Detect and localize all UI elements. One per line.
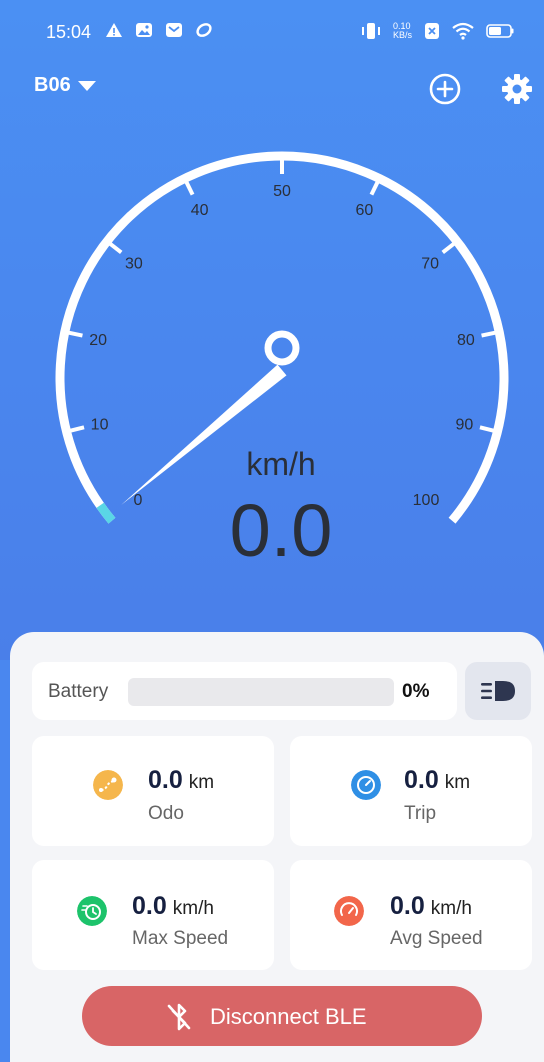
avg-speed-value: 0.0 xyxy=(390,892,425,920)
gauge-tick-label: 30 xyxy=(125,255,143,272)
status-time: 15:04 xyxy=(46,22,92,42)
settings-button[interactable] xyxy=(500,72,534,106)
speed-value: 0.0 xyxy=(230,489,333,572)
odo-label: Odo xyxy=(148,803,184,824)
trip-value: 0.0 xyxy=(404,766,439,794)
max-speed-card: 0.0 km/h Max Speed xyxy=(32,860,274,970)
gauge-needle-pointer xyxy=(121,364,287,505)
gauge-hub xyxy=(264,330,300,366)
timer-icon xyxy=(77,896,107,926)
battery-percent: 0% xyxy=(402,681,430,702)
sync-icon xyxy=(196,23,212,37)
disconnect-ble-button[interactable]: Disconnect BLE xyxy=(82,986,482,1046)
gauge-tick-label: 60 xyxy=(356,202,374,219)
gauge-tick xyxy=(69,425,85,433)
odo-value-row: 0.0 km xyxy=(148,766,214,795)
add-device-button[interactable] xyxy=(428,72,462,106)
odo-unit: km xyxy=(188,772,215,793)
gauge-ticks xyxy=(68,160,496,433)
speedometer-gauge: 0 10 20 30 40 50 60 70 80 90 100 km/h 0.0 xyxy=(55,151,509,572)
avg-speed-unit: km/h xyxy=(430,898,472,919)
gauge-tick xyxy=(108,242,123,254)
battery-progress-bar xyxy=(128,678,394,706)
disconnect-ble-label: Disconnect BLE xyxy=(210,1004,367,1029)
gauge-tick-label: 80 xyxy=(457,332,475,349)
bluetooth-off-icon xyxy=(167,1003,191,1031)
net-speed: 0.10 KB/s xyxy=(393,22,412,40)
max-speed-unit: km/h xyxy=(172,898,214,919)
avg-speed-card: 0.0 km/h Avg Speed xyxy=(290,860,532,970)
wifi-icon xyxy=(452,22,474,40)
gauge-tick xyxy=(68,330,83,338)
odo-card: 0.0 km Odo xyxy=(32,736,274,846)
battery-icon xyxy=(486,24,514,38)
gauge-tick-label: 0 xyxy=(134,492,143,509)
gauge-icon xyxy=(351,770,381,800)
gauge-progress-arc xyxy=(96,502,116,524)
gauge-tick-label: 90 xyxy=(456,416,474,433)
speed-unit: km/h xyxy=(246,446,315,482)
gauge-tick xyxy=(481,330,496,338)
device-selector[interactable]: B06 xyxy=(34,74,97,97)
device-name: B06 xyxy=(34,74,71,96)
net-speed-unit: KB/s xyxy=(392,30,412,40)
avg-speed-label: Avg Speed xyxy=(390,928,483,949)
battery-label: Battery xyxy=(48,681,109,702)
trip-value-row: 0.0 km xyxy=(404,766,470,795)
battery-card: Battery 0% xyxy=(32,662,457,720)
headlight-icon xyxy=(481,681,515,701)
speedometer-icon xyxy=(334,896,364,926)
alert-icon xyxy=(106,23,122,37)
gauge-tick xyxy=(479,425,495,433)
odo-value: 0.0 xyxy=(148,766,183,794)
gauge-tick xyxy=(369,181,380,196)
gauge-tick xyxy=(441,242,456,254)
status-bar: 15:04 0.10 KB/s xyxy=(0,14,544,50)
status-left-icons xyxy=(104,20,214,40)
gauge-tick xyxy=(184,181,195,196)
route-icon xyxy=(93,770,123,800)
max-speed-label: Max Speed xyxy=(132,928,229,949)
max-speed-value: 0.0 xyxy=(132,892,167,920)
sim-x-icon xyxy=(425,23,439,39)
max-speed-value-row: 0.0 km/h xyxy=(132,892,214,921)
trip-unit: km xyxy=(444,772,471,793)
caret-down-icon xyxy=(77,80,96,91)
gauge-tick-label: 10 xyxy=(91,416,109,433)
top-bar: B06 xyxy=(0,70,544,110)
gauge-tick-label: 50 xyxy=(273,183,291,200)
photo-icon xyxy=(136,23,152,37)
trip-label: Trip xyxy=(404,803,437,824)
gauge-tick-label: 100 xyxy=(413,492,440,509)
vibrate-icon xyxy=(361,23,380,39)
mail-icon xyxy=(166,23,182,37)
avg-speed-value-row: 0.0 km/h xyxy=(390,892,472,921)
status-right-icons: 0.10 KB/s xyxy=(361,22,514,40)
gauge-tick-label: 40 xyxy=(191,202,209,219)
gauge-tick-label: 70 xyxy=(421,255,439,272)
gauge-tick-label: 20 xyxy=(89,332,107,349)
trip-card: 0.0 km Trip xyxy=(290,736,532,846)
headlight-toggle-button[interactable] xyxy=(465,662,531,720)
